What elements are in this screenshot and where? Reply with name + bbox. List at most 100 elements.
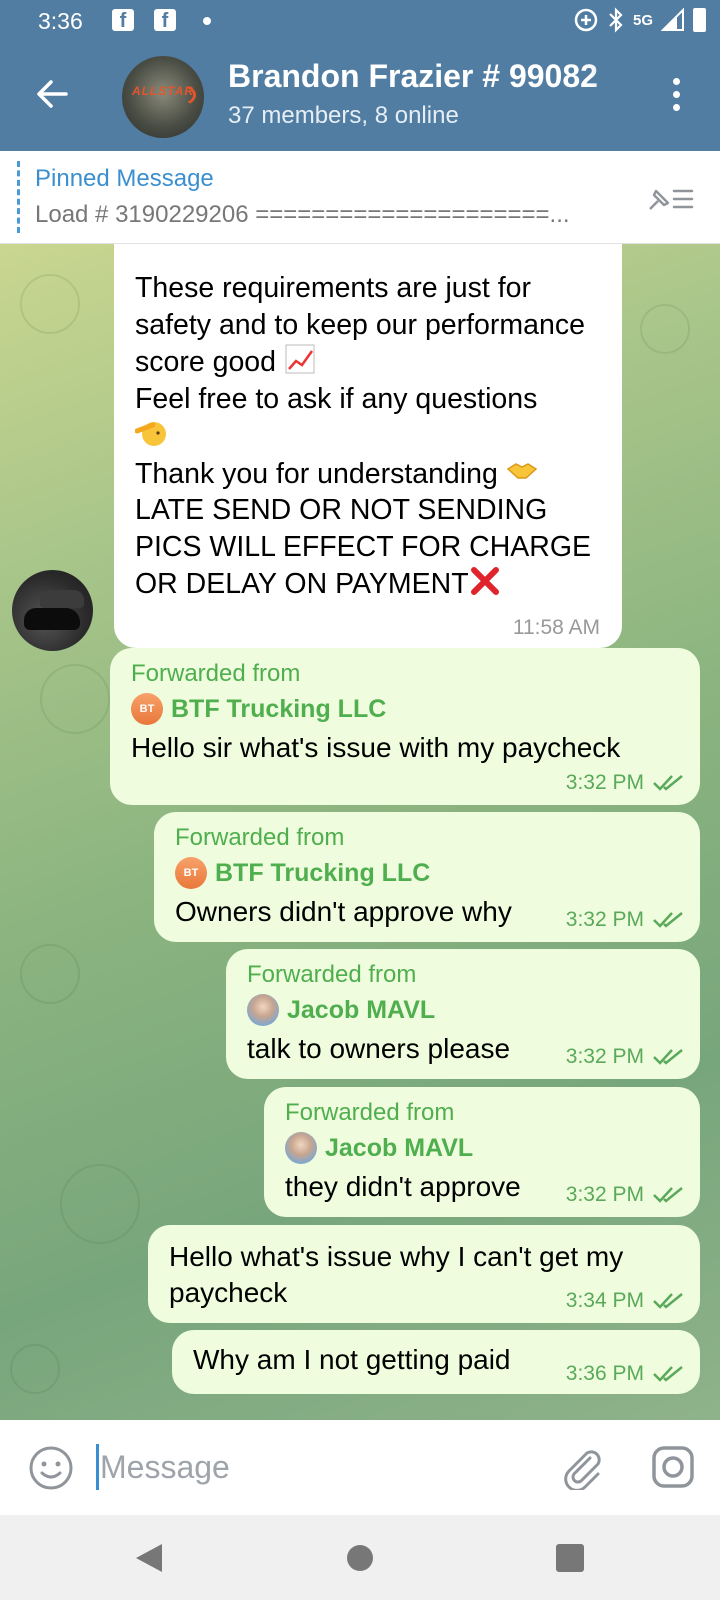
forwarded-label: Forwarded from [247,961,417,988]
message-time: 3:34 PM [565,1289,644,1312]
message-time: 3:32 PM [565,908,644,931]
saluting-face-emoji-icon [135,422,166,446]
forwarded-label: Forwarded from [131,660,301,687]
pinned-message-text: Load # 3190229206 =====================.… [35,201,570,228]
outgoing-message[interactable]: Hello what's issue why I can't get my pa… [148,1225,700,1323]
nav-back-icon[interactable] [132,1540,168,1576]
group-avatar[interactable]: ALLSTAR [122,56,204,138]
chat-history[interactable]: These requirements are just for safety a… [0,244,720,1420]
bg-doodle [10,1344,60,1394]
chat-subtitle: 37 members, 8 online [228,102,459,129]
emoji-icon[interactable] [28,1445,74,1491]
attach-paperclip-icon[interactable] [558,1444,604,1490]
message-text: These requirements are just for safety a… [135,270,605,603]
network-type: 5G [632,11,653,29]
notification-dot-icon [203,17,211,25]
status-time: 3:36 [38,8,83,34]
status-bar: 3:36 f f 5G [0,0,720,40]
message-time: 3:32 PM [565,1045,644,1068]
system-navigation-bar [0,1515,720,1600]
chat-title[interactable]: Brandon Frazier # 99082 [228,58,630,95]
message-meta: 3:36 PM [566,1362,686,1386]
forwarded-sender[interactable]: BT BTF Trucking LLC [131,693,386,725]
message-text: talk to owners please [247,1033,511,1064]
bg-doodle [60,1164,140,1244]
sender-avatar-icon [247,994,279,1026]
message-text: Why am I not getting paid [193,1344,511,1375]
forwarded-label: Forwarded from [285,1099,455,1126]
sender-badge-icon: BT [175,857,207,889]
double-check-icon [653,1187,683,1203]
sender-name: Jacob MAVL [287,995,436,1024]
message-text: they didn't approve [285,1171,521,1202]
double-check-icon [653,1366,683,1382]
forwarded-sender[interactable]: Jacob MAVL [285,1132,473,1164]
incoming-message[interactable]: These requirements are just for safety a… [114,244,622,648]
data-saver-icon [574,8,598,32]
more-options-icon[interactable] [664,78,688,114]
message-line: These requirements are just for safety a… [135,272,585,378]
group-logo-text: ALLSTAR [131,84,195,98]
sender-name: BTF Trucking LLC [171,694,387,723]
message-meta: 3:32 PM [566,1183,686,1207]
forwarded-label: Forwarded from [175,824,345,851]
status-icons: 5G [573,7,706,33]
message-time: 3:36 PM [565,1362,644,1385]
chat-header: ALLSTAR Brandon Frazier # 99082 37 membe… [0,40,720,151]
double-check-icon [653,775,683,791]
text-caret [96,1444,99,1490]
forwarded-sender[interactable]: BT BTF Trucking LLC [175,857,430,889]
avatar-car-shape [40,590,84,608]
pinned-indicator [17,161,20,233]
bg-doodle [40,664,110,734]
signal-icon [661,8,684,31]
sender-avatar[interactable] [12,570,93,651]
avatar-car-shape [24,608,80,630]
double-check-icon [653,912,683,928]
nav-home-icon[interactable] [342,1540,378,1576]
sender-badge-icon: BT [131,693,163,725]
title-fade [590,58,640,102]
pinned-message-title: Pinned Message [35,165,214,192]
bg-doodle [640,304,690,354]
bg-doodle [20,274,80,334]
facebook-icon: f [154,9,176,32]
cross-mark-emoji-icon [470,567,499,595]
outgoing-message[interactable]: Forwarded from BT BTF Trucking LLC Hello… [110,648,700,805]
message-time: 3:32 PM [565,1183,644,1206]
pinned-list-icon[interactable] [646,179,696,219]
message-meta: 3:32 PM [566,771,686,795]
outgoing-message[interactable]: Forwarded from Jacob MAVL talk to owners… [226,949,700,1079]
double-check-icon [653,1293,683,1309]
outgoing-message[interactable]: Why am I not getting paid 3:36 PM [172,1330,700,1394]
double-check-icon [653,1049,683,1065]
message-meta: 3:32 PM [566,1045,686,1069]
pinned-message-bar[interactable]: Pinned Message Load # 3190229206 =======… [0,151,720,244]
chart-increasing-emoji-icon [285,344,315,374]
message-composer [0,1420,720,1515]
message-line: Thank you for understanding [135,457,498,490]
facebook-icon: f [112,9,134,32]
sender-name: BTF Trucking LLC [215,858,431,887]
message-text: Hello sir what's issue with my paycheck [131,732,621,763]
message-meta: 3:32 PM [566,908,686,932]
nav-recents-icon[interactable] [552,1540,588,1576]
outgoing-message[interactable]: Forwarded from BT BTF Trucking LLC Owner… [154,812,700,942]
sender-name: Jacob MAVL [325,1133,474,1162]
bg-doodle [20,944,80,1004]
back-arrow-icon[interactable] [32,74,72,114]
message-line: Feel free to ask if any questions [135,382,538,415]
message-line: LATE SEND OR NOT SENDING PICS WILL EFFEC… [135,494,592,600]
message-input[interactable] [100,1442,520,1492]
handshake-emoji-icon [506,462,537,479]
message-time: 3:32 PM [565,771,644,794]
battery-icon [693,8,706,32]
forwarded-sender[interactable]: Jacob MAVL [247,994,435,1026]
message-time: 11:58 AM [512,616,600,639]
message-meta: 3:34 PM [566,1289,686,1313]
outgoing-message[interactable]: Forwarded from Jacob MAVL they didn't ap… [264,1087,700,1217]
message-text: Owners didn't approve why [175,896,512,927]
sender-avatar-icon [285,1132,317,1164]
bluetooth-icon [609,7,623,33]
camera-icon[interactable] [650,1444,696,1490]
